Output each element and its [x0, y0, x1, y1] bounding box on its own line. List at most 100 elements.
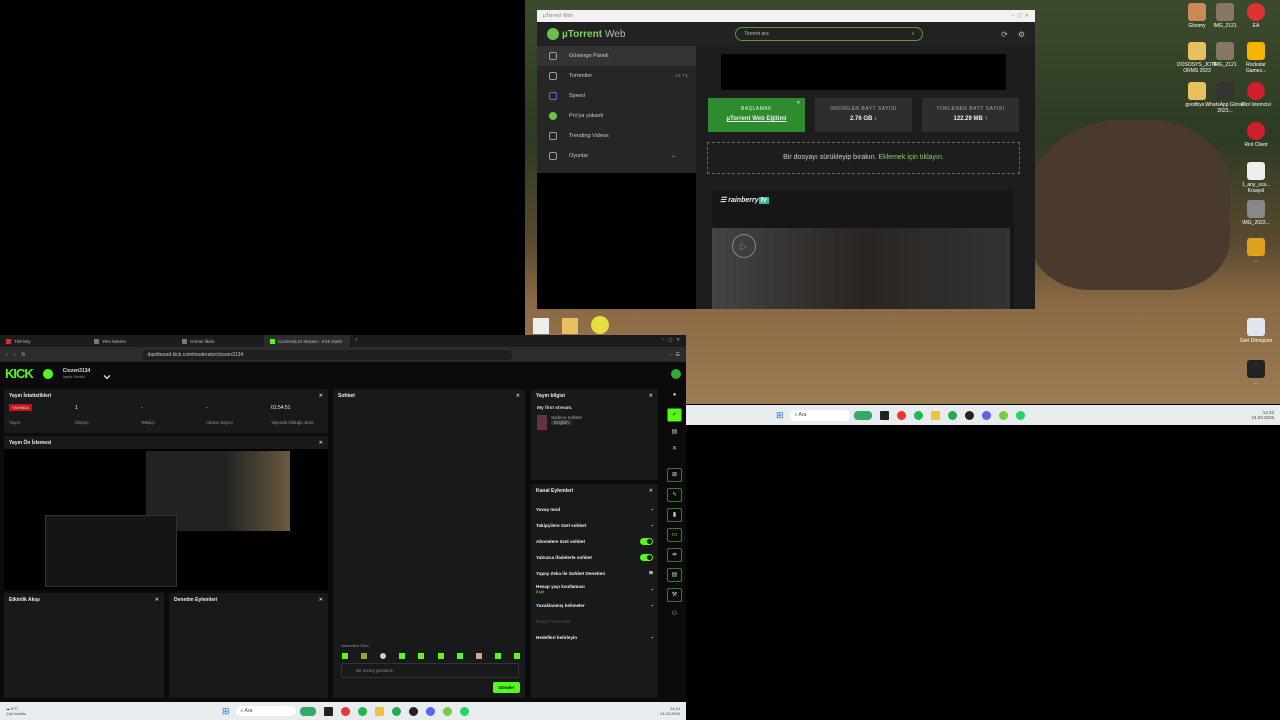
start-card[interactable]: BAŞLAMAK µTorrent Web Eğitimi ✕: [708, 98, 805, 132]
whatsapp-icon[interactable]: [1015, 410, 1025, 420]
emotes-only-row[interactable]: Yalnızca ifadelerle sohbet: [531, 549, 658, 565]
clip-icon[interactable]: ⊠: [667, 468, 682, 482]
chat-message-input[interactable]: Bir mesaj gönderin: [341, 663, 519, 678]
window-controls[interactable]: – ▢ ✕: [656, 335, 686, 347]
url-input[interactable]: dashboard.kick.com/moderator/ciozen3134: [141, 349, 512, 360]
sidebar-item-speed[interactable]: Speed: [537, 86, 696, 106]
emote-icon[interactable]: [399, 653, 406, 659]
whatsapp-icon[interactable]: [459, 706, 469, 716]
desktop-icon[interactable]: Rockstar Games...: [1236, 42, 1276, 74]
desktop-icon[interactable]: [591, 316, 609, 334]
chat-icon[interactable]: ▭: [667, 528, 682, 542]
emote-icon[interactable]: [380, 653, 387, 659]
close-icon[interactable]: ✕: [516, 393, 520, 399]
sidebar-item-trending[interactable]: Trending Videos: [537, 126, 696, 146]
sidebar-item-pro[interactable]: Pro'ya yükselt: [537, 106, 696, 126]
ai-moderation-row[interactable]: Yapay Zeka ile Sohbet Denetimi ⊞: [531, 565, 658, 581]
emote-icon[interactable]: [437, 653, 444, 659]
add-user-icon[interactable]: ⚇: [667, 608, 682, 622]
taskbar-search[interactable]: ⌕ Ara: [235, 706, 296, 716]
file-drop-zone[interactable]: Bir dosyayı sürükleyip bırakın. Eklemek …: [707, 142, 1020, 174]
check-icon[interactable]: ✓: [667, 408, 682, 422]
close-icon[interactable]: ✕: [155, 597, 159, 603]
recycle-bin-icon[interactable]: Geri Dönüşüm: [1236, 318, 1276, 344]
new-tab-button[interactable]: +: [350, 335, 363, 347]
obs-icon[interactable]: [964, 410, 974, 420]
kick-logo[interactable]: KICK: [5, 366, 34, 381]
vpn-icon[interactable]: [391, 706, 401, 716]
rainberry-ad[interactable]: ☰ rainberry tv ▷: [712, 190, 1014, 309]
reload-icon[interactable]: ↻: [21, 352, 25, 358]
user-avatar[interactable]: [671, 368, 681, 379]
emote-icon[interactable]: [361, 653, 368, 659]
desktop-icon[interactable]: Riot Client: [1236, 122, 1276, 148]
video-thumbnail[interactable]: ▷: [712, 228, 1010, 309]
lightning-icon[interactable]: ϟ: [667, 488, 682, 502]
tab-kick-dashboard[interactable]: Ciozen3134 Stream - Kick Dash: [264, 335, 350, 347]
file-explorer-icon[interactable]: [930, 410, 940, 420]
send-button[interactable]: Gönder: [493, 682, 520, 693]
window-controls[interactable]: – ▢ ✕: [1012, 13, 1029, 19]
slow-mode-row[interactable]: Yavaş mod ›: [531, 501, 658, 517]
emote-icon[interactable]: [494, 653, 501, 659]
close-icon[interactable]: ✕: [649, 393, 653, 399]
task-view-icon[interactable]: [323, 706, 333, 716]
banned-words-row[interactable]: Yasaklanmış kelimeler ›: [531, 597, 658, 613]
sidebar-item-dashboard[interactable]: Gösterge Paneli: [537, 46, 696, 66]
wrench-icon[interactable]: ⚒: [667, 588, 682, 602]
windows-start-icon[interactable]: ⊞: [776, 410, 784, 421]
layout-icon[interactable]: ▤: [667, 426, 682, 440]
panel-icon[interactable]: ▤: [667, 568, 682, 582]
window-titlebar[interactable]: µTorrent Web – ▢ ✕: [537, 10, 1035, 22]
widget-icon[interactable]: [853, 410, 872, 420]
subscribers-only-row[interactable]: Abonelere özel sohbet: [531, 533, 658, 549]
clock[interactable]: 14:34 24.03.2026: [660, 706, 680, 716]
task-view-icon[interactable]: [879, 410, 889, 420]
chevron-down-icon[interactable]: ⌄: [100, 364, 113, 384]
tab-new[interactable]: Yeni Sekme: [88, 335, 176, 347]
desktop-icon[interactable]: IMG_2022...: [1236, 200, 1276, 226]
sidebar-item-torrents[interactable]: Torrentler ⇣0 ⇡1: [537, 66, 696, 86]
utorrent-icon[interactable]: [998, 410, 1008, 420]
emote-icon[interactable]: [456, 653, 463, 659]
brave-icon[interactable]: [340, 706, 350, 716]
windows-start-icon[interactable]: ⊞: [222, 706, 230, 717]
obs-icon[interactable]: [408, 706, 418, 716]
goals-row[interactable]: Hedefleri belirleyin ›: [531, 629, 658, 645]
desktop-icon[interactable]: [533, 318, 549, 334]
toggle-on[interactable]: [640, 553, 653, 561]
note-icon[interactable]: ▮: [667, 508, 682, 522]
play-icon[interactable]: ▷: [732, 234, 756, 258]
followers-only-row[interactable]: Takipçilere özel sohbet ›: [531, 517, 658, 533]
close-icon[interactable]: ✕: [319, 440, 323, 446]
discord-icon[interactable]: [981, 410, 991, 420]
tab-gorsel[interactable]: Görsel İlkick: [176, 335, 264, 347]
desktop-icon[interactable]: Riot Istemcisi: [1236, 82, 1276, 108]
tab-tikfinity[interactable]: TikFinity: [0, 335, 88, 347]
vpn-icon[interactable]: [947, 410, 957, 420]
folder-icon[interactable]: [562, 318, 578, 334]
close-icon[interactable]: ✕: [667, 443, 682, 457]
sidebar-item-games[interactable]: Oyunlar ⌄: [537, 146, 696, 166]
raid-icon[interactable]: ⇹: [667, 548, 682, 562]
help-icon[interactable]: ⟳: [1001, 30, 1008, 39]
spotify-icon[interactable]: [913, 410, 923, 420]
gear-icon[interactable]: ⚙: [1018, 30, 1025, 39]
toggle-on[interactable]: [640, 537, 653, 545]
taskbar-search[interactable]: ⌕ Ara: [789, 409, 850, 421]
close-icon[interactable]: ✕: [796, 100, 801, 106]
weather-widget[interactable]: ☁ 5°C Çok bulutlu: [6, 706, 26, 716]
extensions-icon[interactable]: ⋯ ☰: [669, 352, 680, 358]
brave-icon[interactable]: [896, 410, 906, 420]
emote-icon[interactable]: [513, 653, 520, 659]
close-icon[interactable]: ✕: [319, 393, 323, 399]
info-icon[interactable]: ●: [667, 389, 682, 403]
back-icon[interactable]: ‹: [6, 352, 8, 358]
forward-icon[interactable]: ›: [14, 352, 16, 358]
emote-icon[interactable]: [475, 653, 482, 659]
torrent-search-input[interactable]: Torrent ara ⌕: [735, 27, 924, 41]
utorrent-icon[interactable]: [442, 706, 452, 716]
desktop-icon[interactable]: ...: [1236, 360, 1276, 386]
close-icon[interactable]: ✕: [649, 488, 653, 494]
avatar[interactable]: [42, 368, 53, 379]
